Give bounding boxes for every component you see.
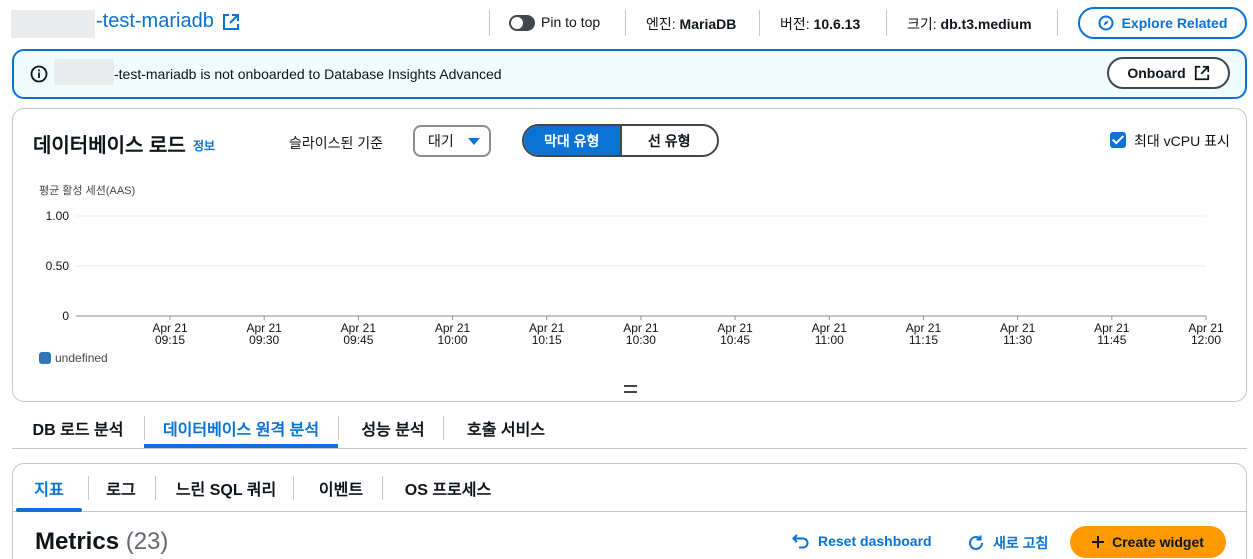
onboard-label: Onboard	[1127, 65, 1186, 81]
x-tick-label: 10:00	[438, 333, 468, 347]
divider	[759, 10, 760, 36]
size-label: 크기:	[907, 16, 937, 32]
divider	[625, 10, 626, 36]
tab-os-processes[interactable]: OS 프로세스	[393, 464, 503, 512]
pin-label: Pin to top	[541, 14, 601, 30]
x-tick-label: 10:15	[532, 333, 562, 347]
tab-db-load-analysis[interactable]: DB 로드 분석	[18, 408, 138, 448]
x-tick-label: 09:30	[249, 333, 279, 347]
redacted-name	[54, 59, 114, 85]
chart-legend: undefined	[39, 351, 108, 365]
metrics-heading: Metrics (23)	[35, 528, 168, 556]
y-tick-label: 0	[62, 309, 69, 323]
size-info: 크기: db.t3.medium	[907, 14, 1032, 34]
y-tick-label: 1.00	[46, 209, 70, 223]
reset-dashboard-button[interactable]: Reset dashboard	[792, 533, 932, 549]
tab-performance-analysis[interactable]: 성능 분석	[350, 408, 436, 448]
reset-label: Reset dashboard	[818, 533, 932, 549]
x-tick-label: 11:45	[1097, 333, 1126, 347]
onboard-button[interactable]: Onboard	[1107, 57, 1230, 89]
tab-slow-sql[interactable]: 느린 SQL 쿼리	[163, 464, 289, 512]
engine-value: MariaDB	[679, 16, 737, 32]
refresh-button[interactable]: 새로 고침	[967, 533, 1048, 553]
instance-title-link[interactable]: -test-mariadb	[96, 10, 240, 33]
divider	[155, 476, 156, 500]
refresh-icon	[969, 535, 983, 550]
compass-icon	[1098, 15, 1114, 31]
engine-label: 엔진:	[646, 16, 676, 32]
tab-logs[interactable]: 로그	[93, 464, 149, 512]
redacted-name	[11, 10, 95, 38]
divider	[293, 476, 294, 500]
external-link-icon	[1194, 65, 1209, 81]
divider	[1057, 10, 1058, 36]
telemetry-tabs: 지표 로그 느린 SQL 쿼리 이벤트 OS 프로세스	[13, 464, 1246, 512]
resize-handle[interactable]	[624, 385, 637, 393]
divider	[338, 416, 339, 440]
x-tick-label: 10:45	[720, 333, 750, 347]
onboard-banner: -test-mariadb is not onboarded to Databa…	[12, 49, 1247, 99]
size-value: db.t3.medium	[940, 16, 1032, 32]
divider	[88, 476, 89, 500]
pin-toggle[interactable]	[509, 15, 535, 31]
instance-name: -test-mariadb	[96, 10, 214, 32]
x-tick-label: 11:00	[815, 333, 844, 347]
y-tick-label: 0.50	[46, 259, 70, 273]
db-load-panel: 데이터베이스 로드 정보 슬라이스된 기준 대기 막대 유형 선 유형 최대 v…	[12, 108, 1247, 402]
db-load-chart: 평균 활성 세션(AAS)1.000.500Apr 2109:15Apr 210…	[39, 183, 1224, 347]
version-label: 버전:	[780, 16, 810, 32]
y-axis-title: 평균 활성 세션(AAS)	[39, 183, 135, 197]
x-tick-label: 11:30	[1003, 333, 1032, 347]
create-label: Create widget	[1112, 534, 1204, 550]
divider	[886, 10, 887, 36]
resource-header: -test-mariadb Pin to top 엔진: MariaDB 버전:…	[0, 0, 1253, 46]
tab-metrics[interactable]: 지표	[16, 464, 82, 512]
x-tick-label: 11:15	[909, 333, 938, 347]
plus-icon	[1092, 536, 1105, 548]
x-tick-label: 09:15	[155, 333, 185, 347]
tab-events[interactable]: 이벤트	[303, 464, 379, 512]
legend-label: undefined	[55, 351, 108, 365]
info-icon	[30, 65, 48, 83]
refresh-label: 새로 고침	[993, 535, 1049, 551]
version-value: 10.6.13	[813, 16, 861, 32]
banner-message: -test-mariadb is not onboarded to Databa…	[114, 66, 502, 82]
x-tick-label: 10:30	[626, 333, 656, 347]
metrics-title: Metrics	[35, 528, 120, 555]
external-link-icon	[222, 13, 239, 30]
version-info: 버전: 10.6.13	[780, 14, 860, 34]
tab-calling-services[interactable]: 호출 서비스	[456, 408, 556, 448]
explore-label: Explore Related	[1121, 15, 1228, 31]
divider	[443, 416, 444, 440]
explore-related-button[interactable]: Explore Related	[1078, 7, 1247, 39]
analysis-tabs: DB 로드 분석 데이터베이스 원격 분석 성능 분석 호출 서비스	[12, 408, 1247, 449]
undo-icon	[792, 534, 809, 549]
metrics-count: (23)	[125, 528, 169, 555]
tab-database-telemetry[interactable]: 데이터베이스 원격 분석	[144, 408, 338, 448]
engine-info: 엔진: MariaDB	[646, 14, 736, 34]
x-tick-label: 09:45	[343, 333, 373, 347]
create-widget-button[interactable]: Create widget	[1070, 526, 1226, 558]
divider	[489, 10, 490, 36]
legend-swatch	[39, 352, 51, 364]
telemetry-panel: 지표 로그 느린 SQL 쿼리 이벤트 OS 프로세스 Metrics (23)…	[12, 463, 1247, 559]
x-tick-label: 12:00	[1191, 333, 1221, 347]
divider	[382, 476, 383, 500]
